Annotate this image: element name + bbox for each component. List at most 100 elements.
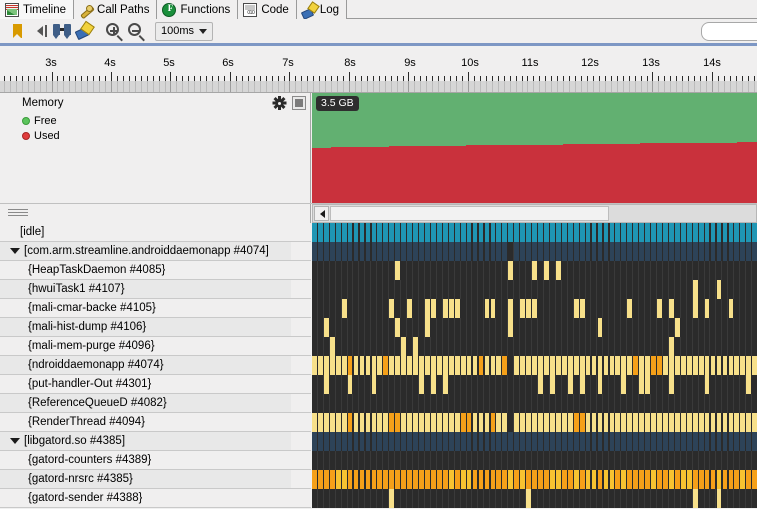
zoom-in-button[interactable] bbox=[103, 20, 125, 42]
thread-activity-track[interactable] bbox=[312, 356, 757, 375]
thread-track-list[interactable]: [idle] [com.arm.streamline.androiddaemona… bbox=[0, 223, 757, 509]
thread-row[interactable]: {hwuiTask1 #4107} bbox=[0, 280, 757, 299]
thread-row[interactable]: {mali-hist-dump #4106} bbox=[0, 318, 757, 337]
legend-item-used[interactable]: Used bbox=[22, 128, 60, 143]
thread-row[interactable]: [libgatord.so #4385] bbox=[0, 432, 757, 451]
ruler-gridline bbox=[575, 81, 576, 93]
thread-label-cell[interactable]: [com.arm.streamline.androiddaemonapp #40… bbox=[0, 242, 311, 261]
thread-label-cell[interactable]: [libgatord.so #4385] bbox=[0, 432, 311, 451]
thread-label-cell[interactable]: {RenderThread #4094} bbox=[0, 413, 311, 432]
tab-timeline[interactable]: Timeline bbox=[0, 0, 75, 19]
thread-label-cell[interactable]: {gatord-counters #4389} bbox=[0, 451, 311, 470]
thread-row[interactable]: {ndroiddaemonapp #4074} bbox=[0, 356, 757, 375]
activity-block bbox=[347, 470, 353, 489]
zoom-level-dropdown[interactable]: 100ms bbox=[155, 21, 214, 41]
track-slot-divider bbox=[638, 337, 640, 356]
thread-activity-track[interactable] bbox=[312, 337, 757, 356]
thread-row[interactable]: {gatord-nrsrc #4385} bbox=[0, 470, 757, 489]
track-slot-divider bbox=[477, 337, 479, 356]
thread-activity-track[interactable] bbox=[312, 375, 757, 394]
thread-row[interactable]: {gatord-sender #4388} bbox=[0, 489, 757, 508]
zoom-out-button[interactable] bbox=[125, 20, 147, 42]
thread-activity-track[interactable] bbox=[312, 261, 757, 280]
legend-item-free[interactable]: Free bbox=[22, 113, 60, 128]
ruler-tick bbox=[170, 72, 171, 81]
activity-block bbox=[431, 223, 436, 242]
thread-label-cell[interactable]: {ndroiddaemonapp #4074} bbox=[0, 356, 311, 375]
thread-label-cell[interactable]: {mali-cmar-backe #4105} bbox=[0, 299, 311, 318]
scrollbar-thumb[interactable] bbox=[330, 206, 609, 221]
search-input[interactable] bbox=[701, 22, 757, 41]
tab-code[interactable]: Code bbox=[238, 0, 297, 19]
thread-activity-track[interactable] bbox=[312, 470, 757, 489]
track-slot-divider bbox=[739, 318, 741, 337]
thread-label-cell[interactable]: {mali-mem-purge #4096} bbox=[0, 337, 311, 356]
track-slot-divider bbox=[560, 451, 562, 470]
ruler-gridline bbox=[676, 81, 677, 93]
memory-visibility-checkbox[interactable] bbox=[292, 96, 306, 110]
thread-activity-track[interactable] bbox=[312, 413, 757, 432]
track-slot-divider bbox=[471, 394, 473, 413]
chevron-left-icon[interactable] bbox=[314, 206, 329, 221]
gear-icon[interactable] bbox=[272, 96, 286, 110]
thread-label-cell[interactable]: {mali-hist-dump #4106} bbox=[0, 318, 311, 337]
thread-activity-track[interactable] bbox=[312, 223, 757, 242]
thread-activity-track[interactable] bbox=[312, 394, 757, 413]
thread-activity-track[interactable] bbox=[312, 242, 757, 261]
activity-block bbox=[502, 356, 508, 375]
activity-block bbox=[413, 337, 418, 356]
thread-label-cell[interactable]: [idle] bbox=[0, 223, 311, 242]
bookmark-button[interactable] bbox=[7, 20, 29, 42]
track-slot-divider bbox=[536, 337, 538, 356]
time-ruler[interactable]: 3s 4s 5s 6s 7s 8s 9s 10s 11s 12s 13s 14s bbox=[0, 49, 757, 93]
thread-activity-track[interactable] bbox=[312, 280, 757, 299]
annotations-button[interactable] bbox=[73, 20, 95, 42]
memory-chart[interactable]: 3.5 GB bbox=[312, 93, 757, 203]
thread-row[interactable]: [idle] bbox=[0, 223, 757, 242]
track-slot-divider bbox=[352, 280, 354, 299]
thread-activity-track[interactable] bbox=[312, 432, 757, 451]
expander-triangle-down-icon[interactable] bbox=[10, 248, 20, 254]
activity-block bbox=[728, 223, 734, 242]
thread-label-cell[interactable]: {hwuiTask1 #4107} bbox=[0, 280, 311, 299]
thread-row[interactable]: [com.arm.streamline.androiddaemonapp #40… bbox=[0, 242, 757, 261]
activity-block bbox=[359, 242, 365, 261]
timeline-horizontal-scrollbar[interactable] bbox=[312, 204, 757, 223]
track-slot-divider bbox=[411, 394, 413, 413]
thread-row[interactable]: {mali-cmar-backe #4105} bbox=[0, 299, 757, 318]
thread-label-cell[interactable]: {HeapTaskDaemon #4085} bbox=[0, 261, 311, 280]
thread-activity-track[interactable] bbox=[312, 299, 757, 318]
tab-log[interactable]: Log bbox=[296, 0, 347, 19]
expander-triangle-down-icon[interactable] bbox=[10, 438, 20, 444]
thread-row[interactable]: {ReferenceQueueD #4082} bbox=[0, 394, 757, 413]
panel-resize-grip[interactable] bbox=[0, 204, 311, 223]
ruler-gridline bbox=[123, 81, 124, 93]
thread-row[interactable]: {HeapTaskDaemon #4085} bbox=[0, 261, 757, 280]
thread-activity-track[interactable] bbox=[312, 451, 757, 470]
activity-block bbox=[431, 375, 436, 394]
activity-block bbox=[734, 432, 740, 451]
thread-row[interactable]: {RenderThread #4094} bbox=[0, 413, 757, 432]
thread-row[interactable]: {mali-mem-purge #4096} bbox=[0, 337, 757, 356]
thread-label-cell[interactable]: {gatord-sender #4388} bbox=[0, 489, 311, 508]
activity-block bbox=[692, 242, 698, 261]
activity-block bbox=[716, 280, 722, 299]
tab-call-paths[interactable]: Call Paths bbox=[74, 0, 158, 19]
thread-label-cell[interactable]: {put-handler-Out #4301} bbox=[0, 375, 311, 394]
activity-block bbox=[359, 470, 365, 489]
track-slot-divider bbox=[453, 489, 455, 508]
track-slot-divider bbox=[471, 451, 473, 470]
thread-label-cell[interactable]: {ReferenceQueueD #4082} bbox=[0, 394, 311, 413]
activity-block bbox=[621, 375, 627, 394]
activity-block bbox=[651, 413, 656, 432]
thread-row[interactable]: {put-handler-Out #4301} bbox=[0, 375, 757, 394]
thread-activity-track[interactable] bbox=[312, 318, 757, 337]
marker-range-button[interactable] bbox=[51, 20, 73, 42]
thread-label-cell[interactable]: {gatord-nrsrc #4385} bbox=[0, 470, 311, 489]
thread-row[interactable]: {gatord-counters #4389} bbox=[0, 451, 757, 470]
activity-block bbox=[538, 223, 543, 242]
jump-to-marker-button[interactable] bbox=[29, 20, 51, 42]
tab-functions[interactable]: Functions bbox=[157, 0, 239, 19]
thread-activity-track[interactable] bbox=[312, 489, 757, 508]
activity-block bbox=[550, 413, 555, 432]
